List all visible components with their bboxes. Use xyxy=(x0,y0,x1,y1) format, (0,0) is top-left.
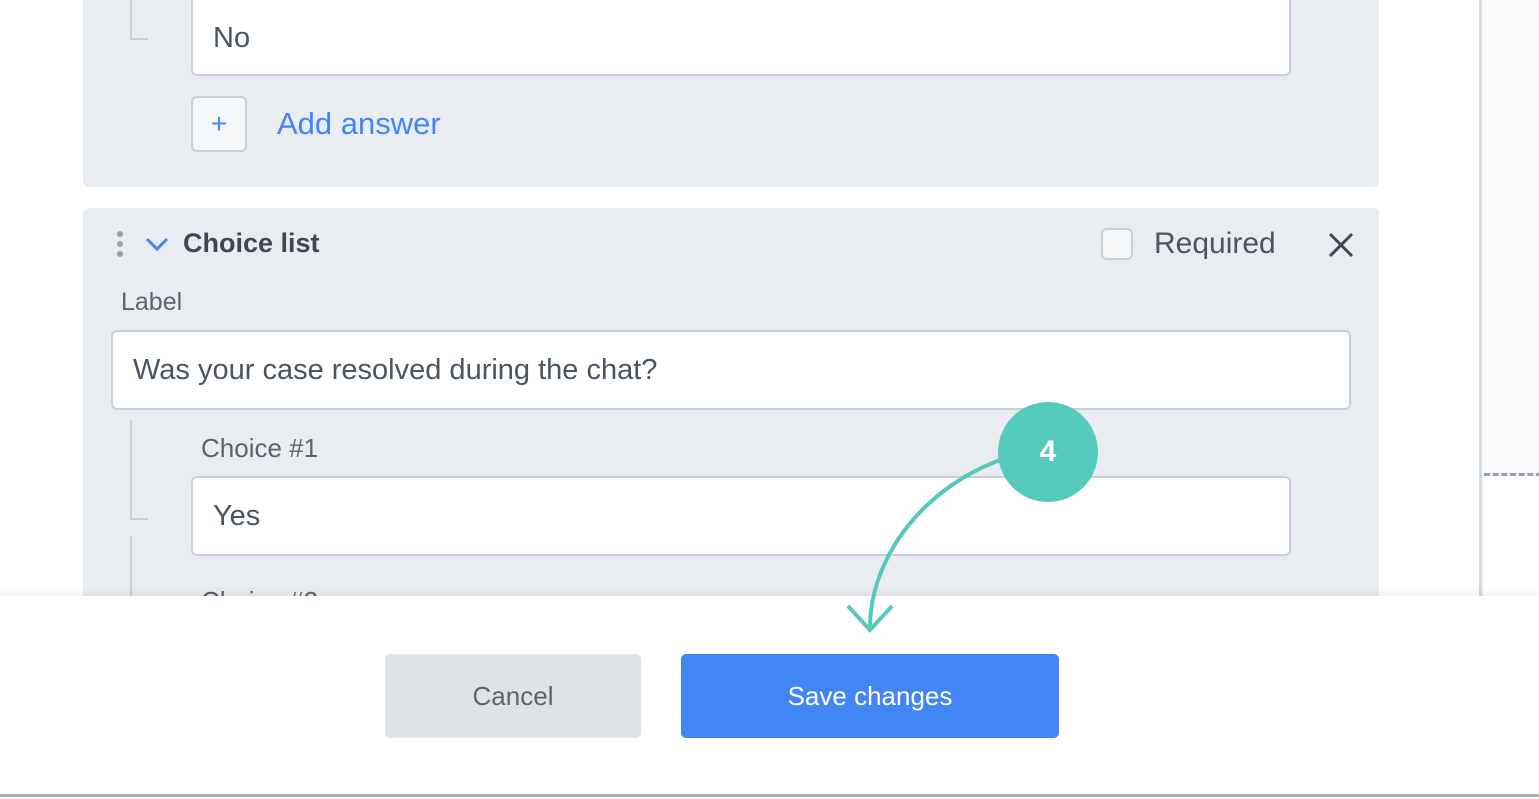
dashed-divider xyxy=(1484,473,1539,598)
close-icon[interactable] xyxy=(1328,232,1354,258)
label-input[interactable]: Was your case resolved during the chat? xyxy=(111,330,1351,410)
footer-bar: Cancel Save changes xyxy=(0,596,1539,797)
drag-handle-icon[interactable] xyxy=(115,230,125,260)
previous-question-card: No + Add answer xyxy=(83,0,1379,187)
label-value: Was your case resolved during the chat? xyxy=(133,353,658,386)
label-caption: Label xyxy=(121,288,183,316)
tree-line xyxy=(130,0,148,40)
plus-icon: + xyxy=(210,108,228,139)
choice-list-card: Choice list Required Label Was your case… xyxy=(83,208,1379,628)
cancel-button[interactable]: Cancel xyxy=(385,654,641,738)
question-type-title: Choice list xyxy=(183,228,320,258)
add-answer-link[interactable]: Add answer xyxy=(277,106,441,142)
choice-value: Yes xyxy=(213,499,261,532)
right-column xyxy=(1479,0,1539,598)
step-badge: 4 xyxy=(998,402,1098,502)
answer-input[interactable]: No xyxy=(191,0,1291,76)
required-label: Required xyxy=(1154,227,1276,260)
answer-value: No xyxy=(213,21,251,54)
required-checkbox[interactable] xyxy=(1101,228,1133,260)
chevron-down-icon[interactable] xyxy=(145,236,169,252)
choice-input[interactable]: Yes xyxy=(191,476,1291,556)
add-answer-button[interactable]: + xyxy=(191,96,247,152)
tree-line xyxy=(130,420,148,520)
save-changes-button[interactable]: Save changes xyxy=(681,654,1059,738)
choice-caption: Choice #1 xyxy=(201,433,319,463)
